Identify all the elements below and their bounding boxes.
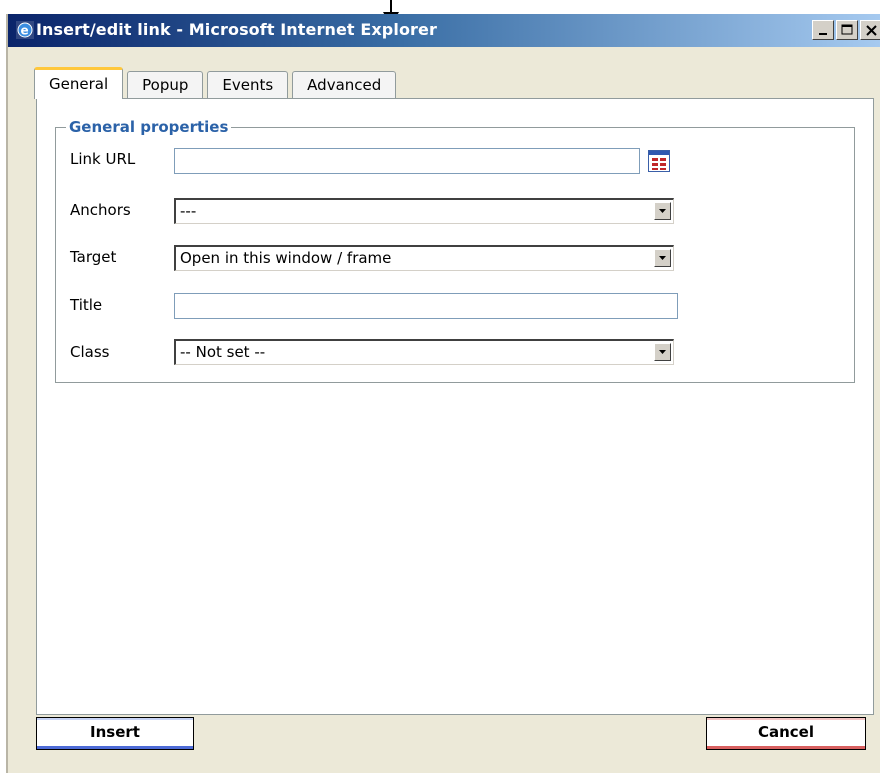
title-bar[interactable]: e Insert/edit link - Microsoft Internet … — [8, 14, 880, 47]
tab-advanced[interactable]: Advanced — [292, 71, 397, 99]
link-url-label: Link URL — [70, 150, 136, 168]
class-dropdown-button[interactable] — [654, 343, 671, 361]
anchors-dropdown-button[interactable] — [654, 202, 671, 220]
tab-strip: General Popup Events Advanced — [34, 67, 400, 99]
class-value: -- Not set -- — [180, 343, 266, 361]
group-legend: General properties — [66, 118, 232, 136]
maximize-button[interactable] — [836, 20, 858, 40]
insert-button[interactable]: Insert — [36, 717, 194, 750]
minimize-button[interactable] — [812, 20, 834, 40]
tab-popup[interactable]: Popup — [127, 71, 204, 99]
target-label: Target — [70, 248, 117, 266]
chevron-down-icon — [659, 350, 666, 354]
chevron-down-icon — [659, 209, 666, 213]
cancel-button[interactable]: Cancel — [706, 717, 866, 750]
class-label: Class — [70, 343, 110, 361]
link-url-input[interactable] — [174, 148, 640, 174]
browse-list-icon[interactable] — [648, 150, 670, 172]
dialog-window: e Insert/edit link - Microsoft Internet … — [6, 14, 880, 773]
target-select[interactable]: Open in this window / frame — [174, 245, 674, 271]
target-value: Open in this window / frame — [180, 249, 392, 267]
tab-events[interactable]: Events — [207, 71, 289, 99]
title-label: Title — [70, 296, 103, 314]
anchors-value: --- — [180, 202, 197, 220]
close-icon — [866, 25, 877, 36]
window-title: Insert/edit link - Microsoft Internet Ex… — [36, 20, 437, 39]
anchors-label: Anchors — [70, 201, 131, 219]
target-dropdown-button[interactable] — [654, 249, 671, 267]
title-input[interactable] — [174, 293, 678, 319]
minimize-icon — [819, 33, 827, 35]
general-properties-group: General properties Link URL Anchors --- — [55, 118, 855, 383]
close-button[interactable] — [860, 20, 880, 40]
maximize-icon — [841, 24, 853, 35]
general-panel: General properties Link URL Anchors --- — [36, 98, 874, 715]
class-select[interactable]: -- Not set -- — [174, 339, 674, 365]
tab-general[interactable]: General — [34, 67, 124, 99]
svg-text:e: e — [21, 24, 29, 38]
internet-explorer-icon: e — [16, 21, 34, 39]
anchors-select[interactable]: --- — [174, 198, 674, 224]
chevron-down-icon — [659, 256, 666, 260]
